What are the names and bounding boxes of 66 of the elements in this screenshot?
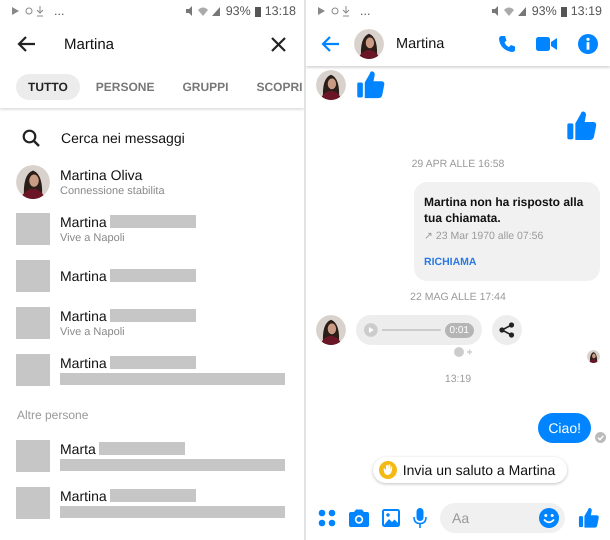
tab[interactable]: PERSONE — [84, 74, 166, 100]
close-icon[interactable] — [271, 36, 286, 52]
signal-icons — [490, 5, 528, 17]
avatar-placeholder — [16, 354, 50, 386]
search-messages-link[interactable]: Cerca nei messaggi — [61, 130, 185, 146]
audio-duration: 0:01 — [444, 322, 474, 338]
message-bubble: Ciao! — [538, 413, 591, 444]
back-arrow-icon[interactable] — [16, 35, 36, 53]
call-message: Martina non ha risposto alla tua chiamata. — [424, 195, 584, 226]
avatar-placeholder — [16, 306, 50, 338]
more-text: ... — [54, 4, 64, 18]
search-icon[interactable] — [22, 129, 40, 147]
search-field[interactable]: Martina — [64, 36, 271, 52]
tab[interactable]: TUTTO — [16, 74, 80, 100]
avatar-placeholder — [16, 260, 50, 292]
clock: 13:18 — [264, 4, 296, 18]
clock: 13:19 — [570, 4, 602, 18]
emoji-icon[interactable] — [539, 508, 559, 528]
seen-avatar-icon — [587, 350, 600, 364]
wave-button[interactable]: Invia un saluto a Martina — [372, 457, 568, 484]
contact-subtitle: Connessione stabilita — [60, 184, 165, 196]
timestamp: 29 APR ALLE 16:58 — [410, 157, 506, 172]
avatar-icon — [316, 70, 346, 100]
battery-icon — [254, 6, 261, 16]
avatar-icon — [16, 164, 50, 198]
phone-icon[interactable] — [498, 35, 516, 53]
info-icon[interactable] — [578, 34, 598, 54]
apps-icon[interactable] — [318, 509, 336, 527]
video-camera-icon[interactable] — [536, 36, 558, 52]
contact-subtitle: Vive a Napoli — [60, 232, 126, 244]
thumbs-up-icon[interactable] — [578, 507, 600, 529]
contact-name[interactable]: Marta — [60, 440, 96, 456]
battery-level: 93% — [532, 4, 557, 18]
avatar-placeholder — [16, 212, 50, 244]
timestamp: 13:19 — [444, 372, 472, 388]
contact-subtitle: Vive a Napoli — [60, 326, 126, 338]
call-time: ↗ 23 Mar 1970 alle 07:56 — [424, 229, 544, 242]
avatar-placeholder — [16, 440, 50, 472]
play-icon — [364, 323, 378, 338]
contact-name[interactable]: Martina — [60, 308, 107, 324]
contact-name: Martina — [396, 36, 446, 52]
message-field[interactable]: Aa — [440, 503, 565, 533]
avatar-icon — [316, 315, 346, 346]
battery-level: 93% — [226, 4, 251, 18]
contact-name[interactable]: Martina Oliva — [60, 166, 142, 182]
image-icon[interactable] — [382, 509, 400, 527]
contact-name[interactable]: Martina — [60, 268, 107, 284]
camera-icon[interactable] — [349, 509, 369, 527]
battery-icon — [560, 6, 567, 16]
message-input[interactable]: Aa — [450, 509, 539, 527]
contact-name[interactable]: Martina — [60, 488, 107, 504]
timestamp: 22 MAG ALLE 17:44 — [409, 290, 507, 306]
section-title: Altre persone — [16, 407, 90, 424]
call-back-link[interactable]: RICHIAMA — [424, 256, 476, 268]
avatar-icon — [354, 29, 384, 59]
share-icon — [499, 322, 515, 338]
contact-name[interactable]: Martina — [60, 214, 107, 230]
microphone-icon[interactable] — [413, 508, 427, 528]
avatar-placeholder — [16, 486, 50, 518]
share-button[interactable] — [492, 315, 522, 346]
waving-hand-icon — [378, 461, 397, 480]
signal-icons — [184, 5, 222, 17]
more-text: ... — [360, 4, 370, 18]
tab[interactable]: SCOPRI — [244, 74, 304, 100]
tab[interactable]: GRUPPI — [170, 74, 240, 100]
contact-name[interactable]: Martina — [60, 354, 107, 370]
